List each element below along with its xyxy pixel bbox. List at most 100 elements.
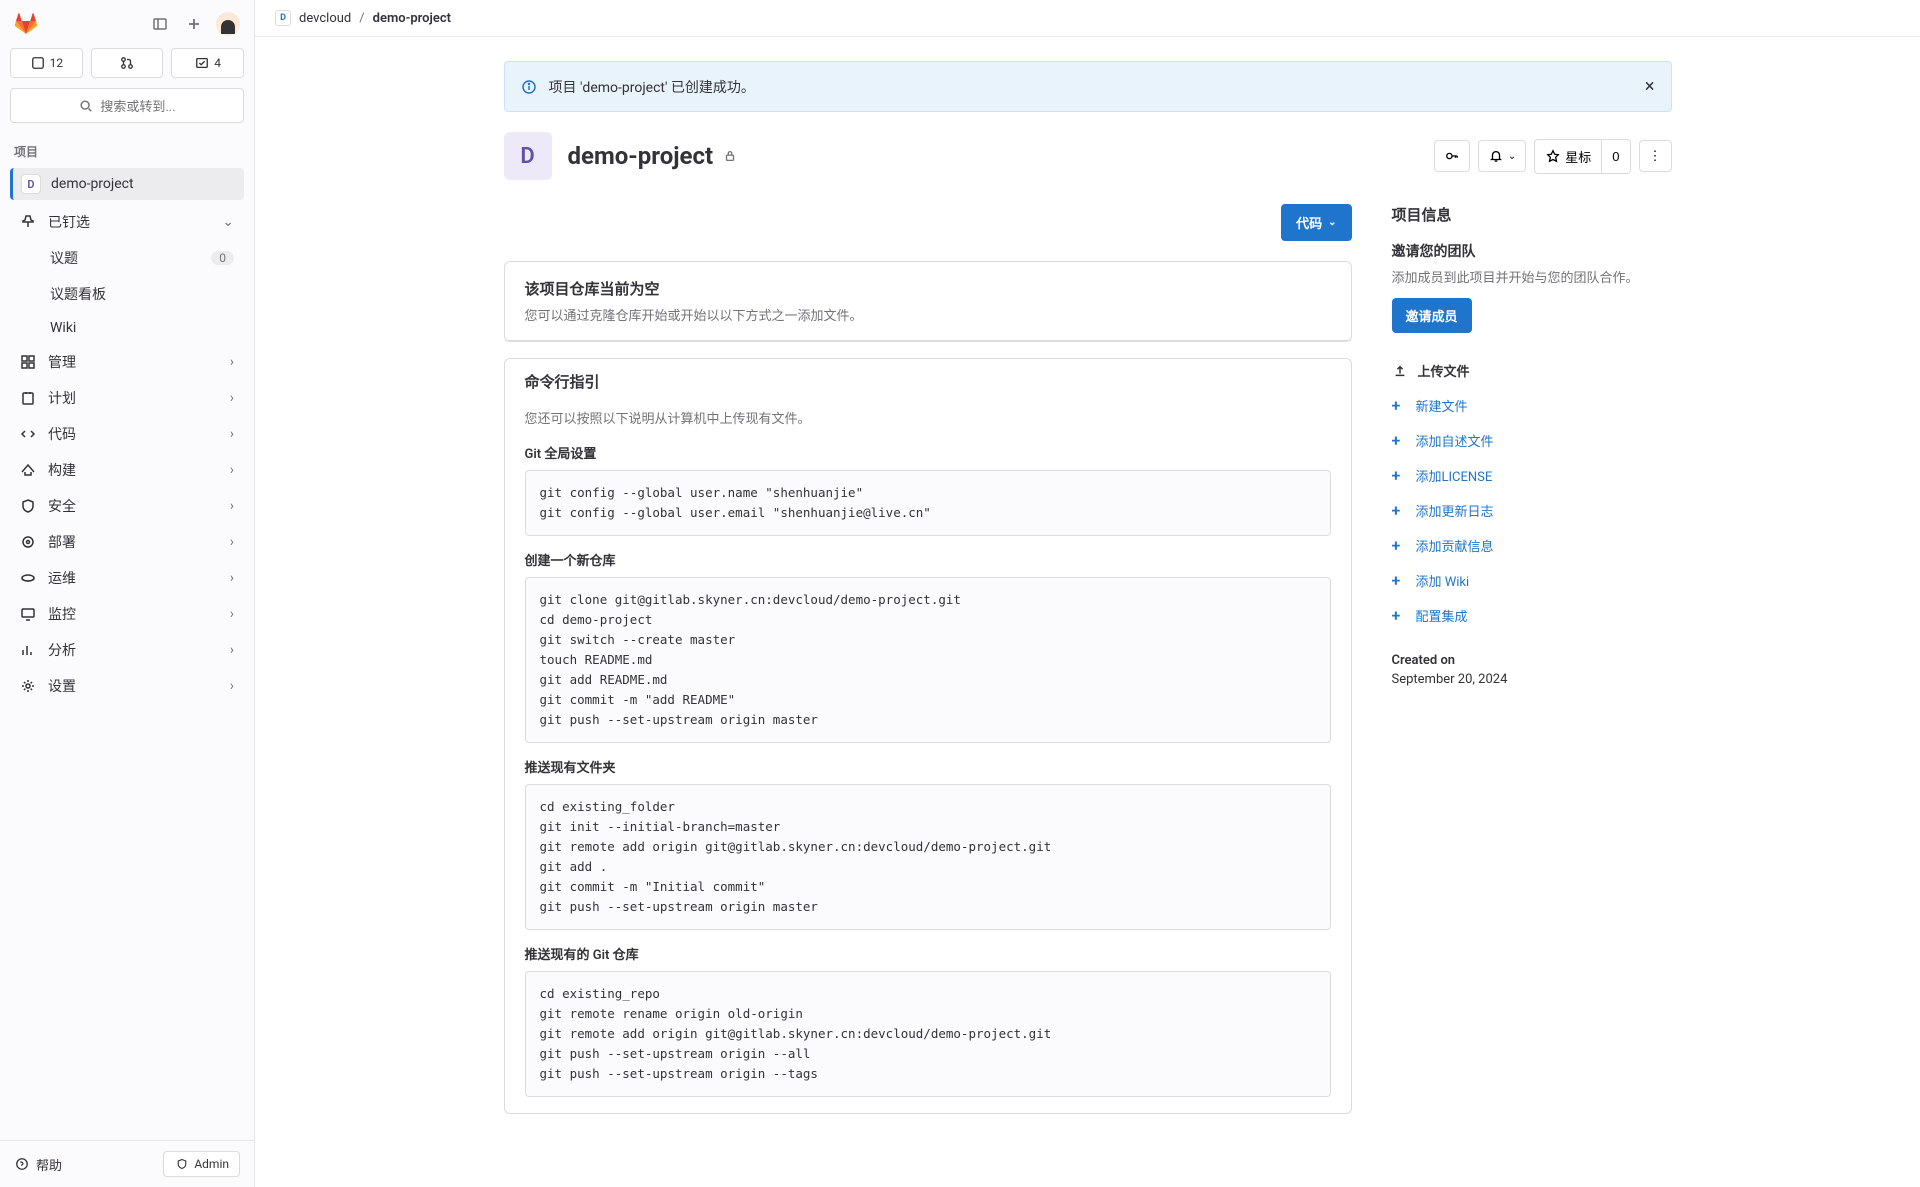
collapse-sidebar-icon[interactable] (148, 12, 172, 36)
page-title: demo-project (568, 142, 738, 170)
nav-issues[interactable]: 议题0 (44, 240, 244, 276)
upload-file: 上传文件 (1392, 353, 1672, 388)
sidebar-nav: 已钉选 ⌄ 议题0 议题看板 Wiki 管理› 计划› 代码› 构建› 安全› … (0, 200, 254, 1140)
monitor-icon (20, 606, 36, 622)
nav-manage[interactable]: 管理› (10, 344, 244, 380)
sidebar: 12 4 搜索或转到... 项目 D demo-project 已钉选 ⌄ 议题… (0, 0, 255, 1187)
nav-boards[interactable]: 议题看板 (44, 276, 244, 312)
code-push-folder[interactable]: cd existing_folder git init --initial-br… (525, 784, 1331, 930)
more-actions-button[interactable]: ⋮ (1639, 140, 1672, 172)
plus-icon: + (1392, 431, 1406, 450)
chevron-down-icon: ⌄ (1328, 217, 1336, 228)
project-name: demo-project (51, 176, 134, 192)
chevron-down-icon: ⌄ (1508, 151, 1516, 162)
admin-button[interactable]: Admin (163, 1151, 240, 1177)
chevron-down-icon: ⌄ (222, 214, 234, 230)
search-input[interactable]: 搜索或转到... (10, 88, 244, 123)
invite-text: 添加成员到此项目并开始与您的团队合作。 (1392, 267, 1672, 286)
section-push-folder-title: 推送现有文件夹 (525, 757, 1331, 776)
project-header-avatar: D (504, 132, 552, 180)
plus-icon: + (1392, 536, 1406, 555)
sidebar-header (0, 0, 254, 48)
created-date: September 20, 2024 (1392, 672, 1672, 687)
sidebar-project[interactable]: D demo-project (10, 168, 244, 200)
plus-icon: + (1392, 606, 1406, 625)
sidebar-section-title: 项目 (0, 135, 254, 168)
sidebar-footer: 帮助 Admin (0, 1140, 254, 1187)
project-avatar: D (21, 174, 41, 194)
plus-icon: + (1392, 466, 1406, 485)
deploy-icon (20, 534, 36, 550)
success-alert: 项目 'demo-project' 已创建成功。 × (504, 61, 1672, 112)
action-add-wiki[interactable]: +添加 Wiki (1392, 563, 1672, 598)
star-icon (1545, 148, 1561, 164)
admin-icon (174, 1156, 190, 1172)
cli-panel: 命令行指引 您还可以按照以下说明从计算机中上传现有文件。 Git 全局设置 gi… (504, 358, 1352, 1114)
main-content: D devcloud / demo-project 项目 'demo-proje… (255, 0, 1920, 1187)
code-dropdown-button[interactable]: 代码⌄ (1281, 204, 1351, 241)
action-add-readme[interactable]: +添加自述文件 (1392, 423, 1672, 458)
nav-operate[interactable]: 运维› (10, 560, 244, 596)
action-add-changelog[interactable]: +添加更新日志 (1392, 493, 1672, 528)
build-icon (20, 462, 36, 478)
nav-wiki[interactable]: Wiki (44, 312, 244, 344)
side-column: 项目信息 邀请您的团队 添加成员到此项目并开始与您的团队合作。 邀请成员 上传文… (1392, 204, 1672, 1130)
breadcrumb-project[interactable]: demo-project (373, 11, 451, 26)
bell-icon (1488, 148, 1504, 164)
issues-count-button[interactable]: 12 (10, 48, 83, 78)
action-new-file[interactable]: +新建文件 (1392, 388, 1672, 423)
plus-icon[interactable] (182, 12, 206, 36)
notifications-button[interactable]: ⌄ (1478, 140, 1526, 172)
shield-icon (20, 498, 36, 514)
help-button[interactable]: 帮助 (14, 1155, 62, 1174)
empty-subtitle: 您可以通过克隆仓库开始或开始以以下方式之一添加文件。 (525, 305, 1331, 324)
group-icon: D (275, 10, 291, 26)
nav-deploy[interactable]: 部署› (10, 524, 244, 560)
breadcrumb-group[interactable]: devcloud (299, 11, 351, 26)
action-configure-integrations[interactable]: +配置集成 (1392, 598, 1672, 633)
nav-pinned[interactable]: 已钉选 ⌄ (10, 204, 244, 240)
todos-count-button[interactable]: 4 (171, 48, 244, 78)
project-info-title: 项目信息 (1392, 204, 1672, 225)
upload-icon (1392, 363, 1408, 379)
nav-settings[interactable]: 设置› (10, 668, 244, 704)
nav-plan[interactable]: 计划› (10, 380, 244, 416)
mrs-count-button[interactable] (91, 48, 164, 78)
nav-analyze[interactable]: 分析› (10, 632, 244, 668)
code-git-global[interactable]: git config --global user.name "shenhuanj… (525, 470, 1331, 536)
action-add-contributing[interactable]: +添加贡献信息 (1392, 528, 1672, 563)
gitlab-logo-icon[interactable] (14, 12, 38, 36)
star-button[interactable]: 星标 (1534, 139, 1602, 174)
plus-icon: + (1392, 396, 1406, 415)
empty-repo-panel: 该项目仓库当前为空 您可以通过克隆仓库开始或开始以以下方式之一添加文件。 (504, 261, 1352, 342)
gear-icon (20, 678, 36, 694)
code-push-repo[interactable]: cd existing_repo git remote rename origi… (525, 971, 1331, 1097)
alert-text: 项目 'demo-project' 已创建成功。 (549, 77, 755, 97)
nav-monitor[interactable]: 监控› (10, 596, 244, 632)
plus-icon: + (1392, 501, 1406, 520)
help-icon (14, 1156, 30, 1172)
pin-icon (20, 214, 36, 230)
chart-icon (20, 642, 36, 658)
created-label: Created on (1392, 653, 1672, 668)
sidebar-stats: 12 4 (0, 48, 254, 88)
breadcrumb: D devcloud / demo-project (255, 0, 1920, 37)
section-git-global-title: Git 全局设置 (525, 443, 1331, 462)
lock-icon (723, 149, 737, 163)
info-icon (521, 79, 537, 95)
merge-request-icon (119, 55, 135, 71)
todo-icon (194, 55, 210, 71)
search-icon (78, 98, 94, 114)
section-push-repo-title: 推送现有的 Git 仓库 (525, 944, 1331, 963)
nav-secure[interactable]: 安全› (10, 488, 244, 524)
ssh-key-button[interactable] (1434, 140, 1470, 172)
invite-members-button[interactable]: 邀请成员 (1392, 298, 1472, 333)
star-count[interactable]: 0 (1602, 139, 1630, 174)
nav-code[interactable]: 代码› (10, 416, 244, 452)
user-avatar[interactable] (216, 12, 240, 36)
nav-build[interactable]: 构建› (10, 452, 244, 488)
code-icon (20, 426, 36, 442)
close-icon[interactable]: × (1645, 76, 1655, 97)
code-create-new[interactable]: git clone git@gitlab.skyner.cn:devcloud/… (525, 577, 1331, 743)
action-add-license[interactable]: +添加LICENSE (1392, 458, 1672, 493)
